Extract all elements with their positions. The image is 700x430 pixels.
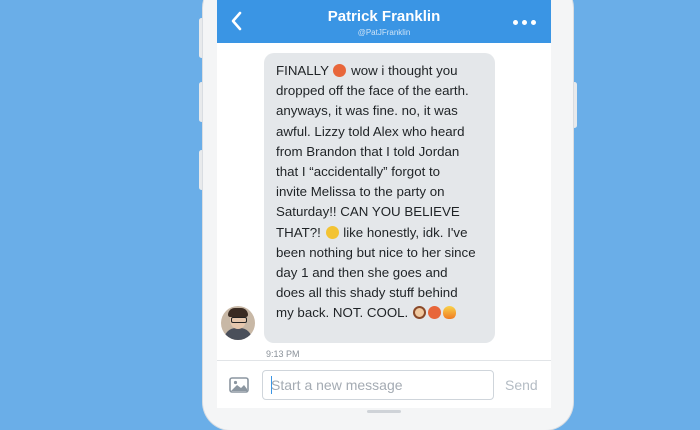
message-bubble[interactable]: FINALLY wow i thought you dropped off th… bbox=[264, 53, 495, 343]
message-line: FINALLY bbox=[276, 63, 329, 78]
message-line: Saturday!! CAN YOU BELIEVE bbox=[276, 204, 460, 220]
message-line: awful. Lizzy told Alex who heard bbox=[276, 123, 465, 139]
contact-name: Patrick Franklin bbox=[327, 8, 441, 25]
message-line: THAT?! bbox=[276, 224, 321, 240]
message-text: FINALLY wow i thought you dropped off th… bbox=[276, 61, 485, 324]
message-line: like honestly, idk. I've bbox=[343, 224, 468, 240]
unamused-face-emoji-icon bbox=[325, 225, 339, 239]
message-line: invite Melissa to the party on bbox=[276, 184, 445, 200]
angry-face-emoji-icon bbox=[427, 306, 441, 320]
angry-face-emoji-icon bbox=[333, 64, 347, 77]
fire-emoji-icon bbox=[442, 306, 456, 320]
sender-avatar[interactable] bbox=[221, 306, 255, 340]
dm-screen: Patrick Franklin @PatJFranklin FINALLY w… bbox=[217, 0, 551, 420]
message-line: anyways, it was fine. no, it was bbox=[276, 103, 458, 119]
message-input[interactable] bbox=[262, 370, 494, 400]
message-line: that I “accidentally” forgot to bbox=[276, 164, 441, 180]
add-image-button[interactable] bbox=[229, 377, 249, 393]
home-indicator bbox=[217, 408, 551, 420]
compose-bar: Send bbox=[217, 360, 551, 409]
message-line: my back. NOT. COOL. bbox=[276, 305, 409, 321]
text-caret bbox=[271, 376, 272, 394]
woman-gesturing-emoji-icon bbox=[412, 306, 426, 320]
conversation-header: Patrick Franklin @PatJFranklin bbox=[217, 0, 551, 43]
message-line: from Brandon that I told Jordan bbox=[276, 143, 460, 159]
contact-handle: @PatJFranklin bbox=[357, 28, 411, 37]
message-line: been nothing but nice to her since bbox=[276, 244, 476, 260]
image-icon bbox=[229, 377, 249, 393]
message-line: day 1 and then she goes and bbox=[276, 265, 448, 281]
more-dots-icon bbox=[513, 20, 518, 25]
more-dots-icon bbox=[522, 20, 527, 25]
more-options-button[interactable] bbox=[513, 12, 539, 32]
more-dots-icon bbox=[531, 20, 536, 25]
message-line: wow i thought you bbox=[351, 63, 458, 78]
message-line: dropped off the face of the earth. bbox=[276, 83, 469, 99]
message-line: does all this shady stuff behind bbox=[276, 285, 458, 301]
message-timestamp: 9:13 PM bbox=[266, 349, 300, 359]
send-button[interactable]: Send bbox=[505, 377, 538, 393]
